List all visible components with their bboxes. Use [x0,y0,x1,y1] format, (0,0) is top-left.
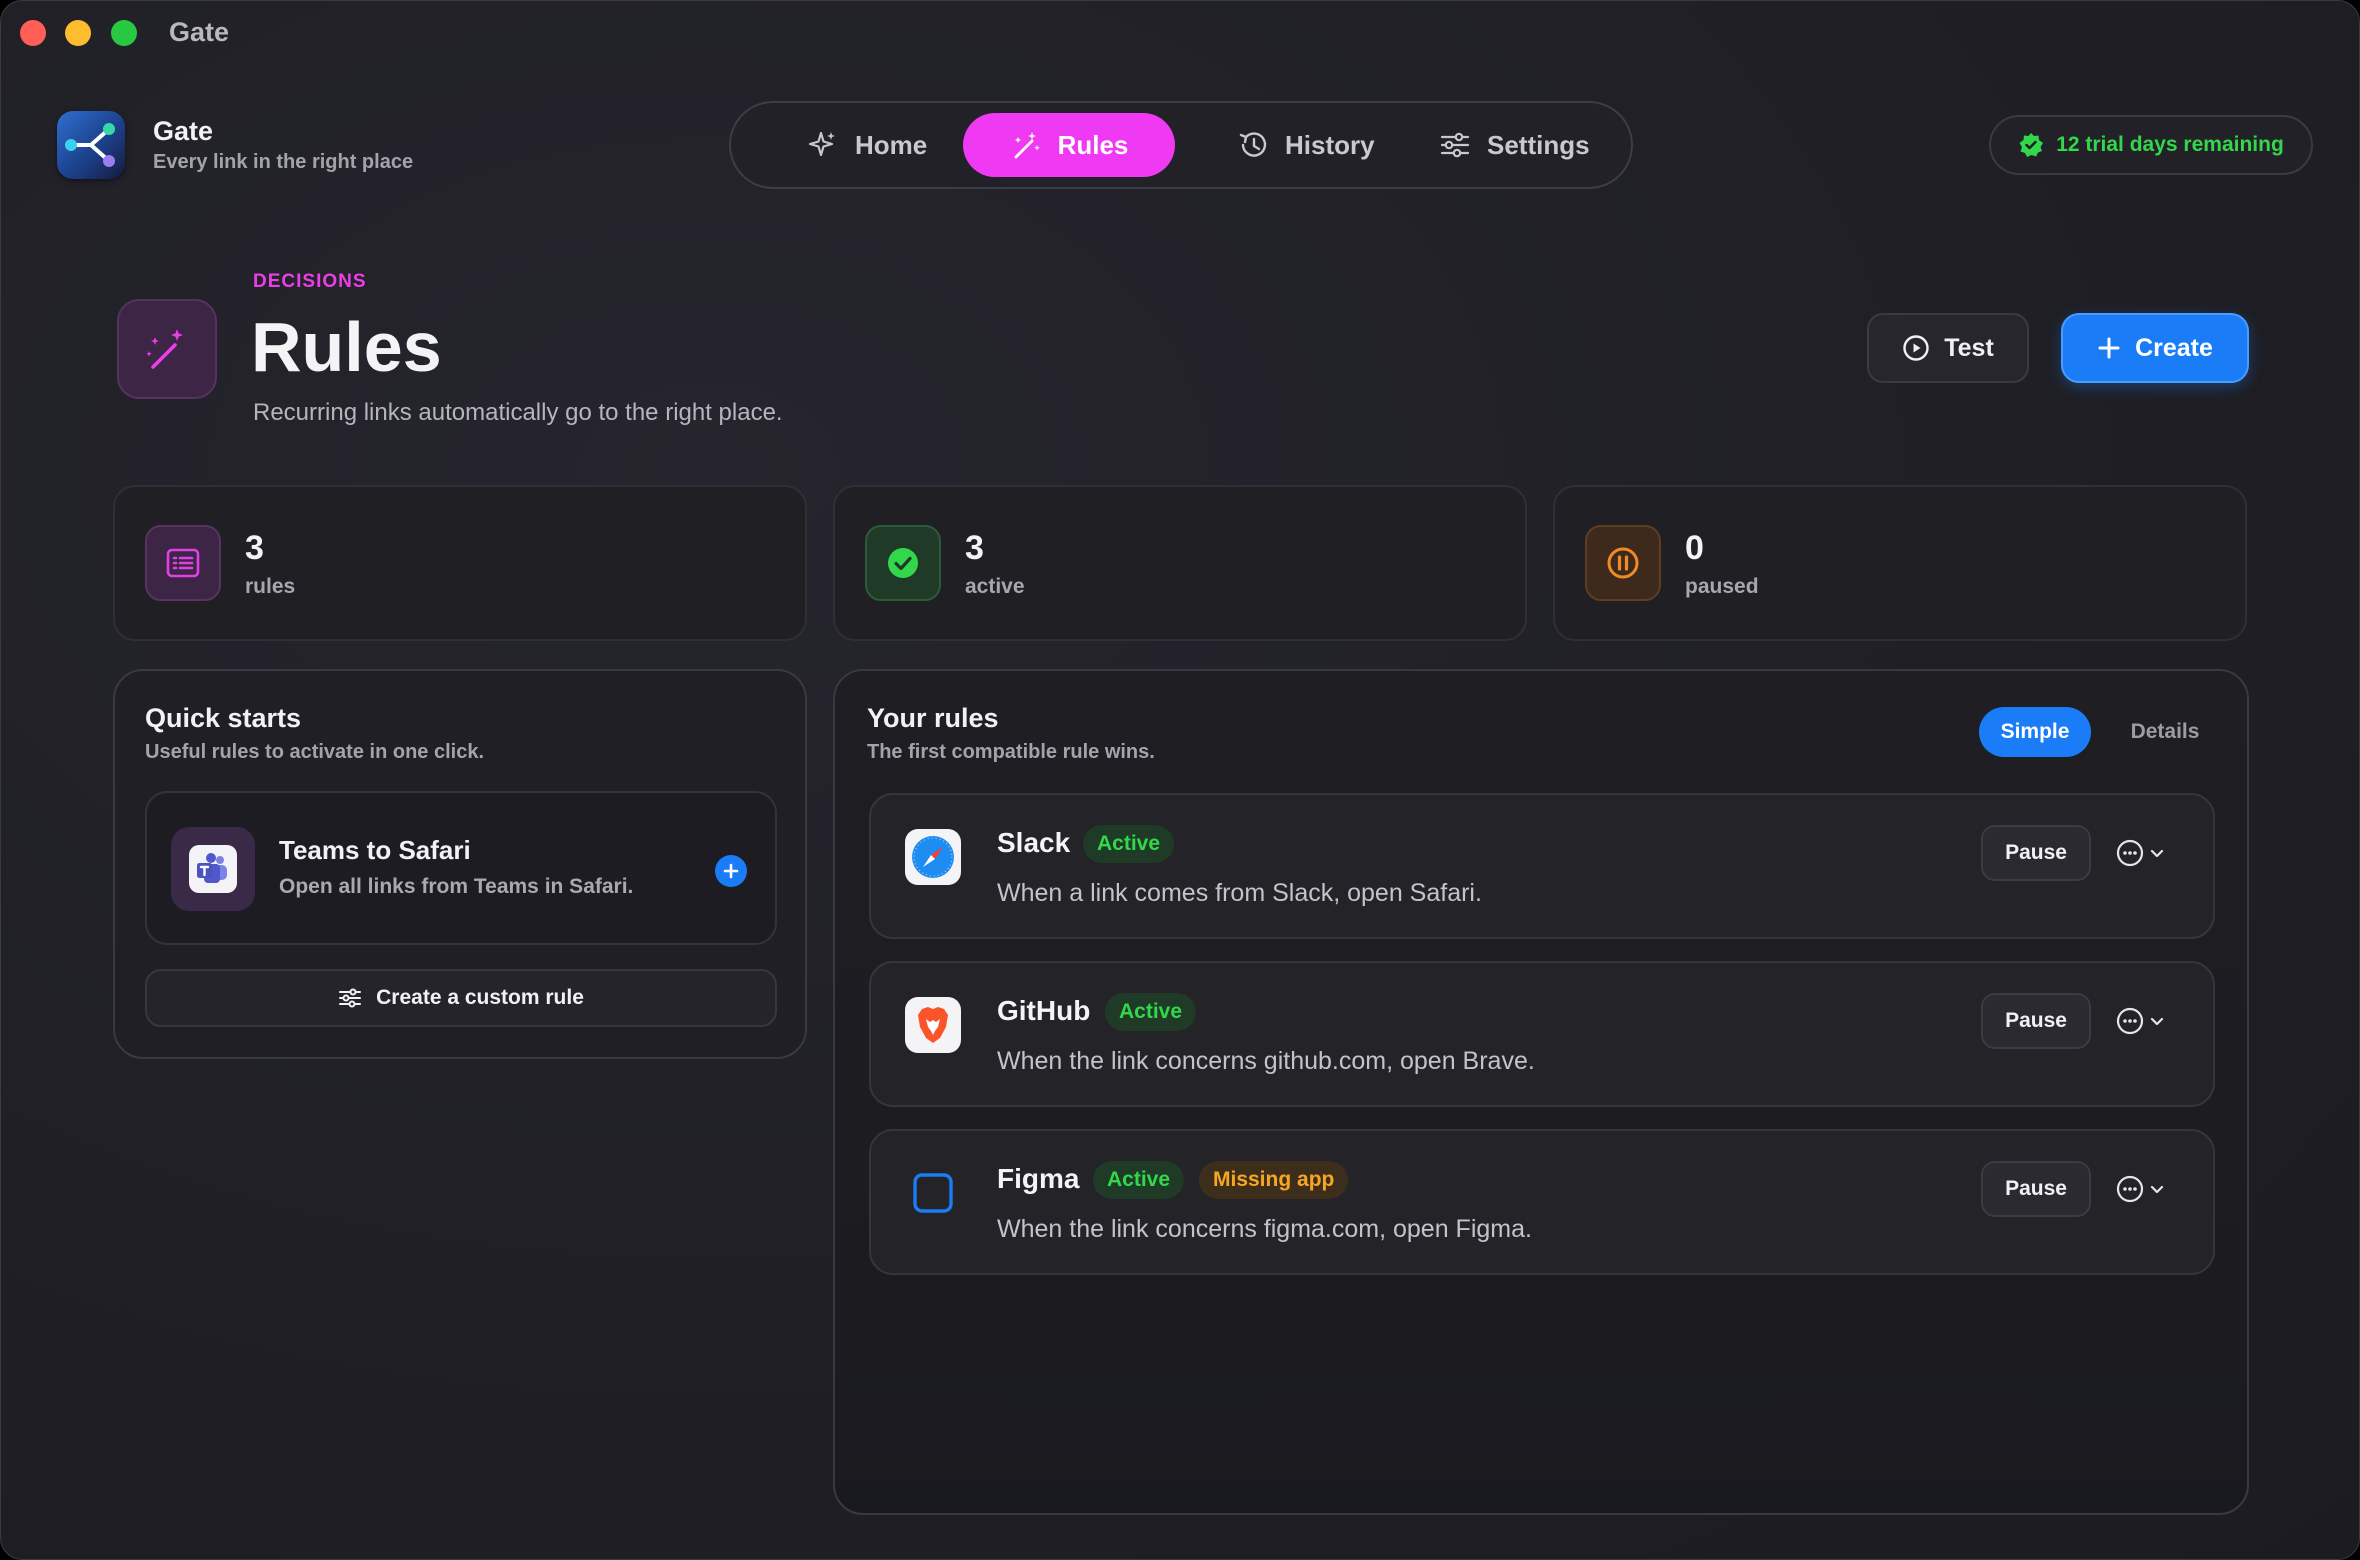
trial-status-badge[interactable]: 12 trial days remaining [1989,115,2313,175]
stat-card-active: 3 active [833,485,1527,641]
rule-description: When the link concerns figma.com, open F… [997,1215,1532,1243]
checkmark-icon [865,525,941,601]
magic-wand-icon [1014,132,1040,159]
your-rules-panel: Your rules The first compatible rule win… [833,669,2249,1515]
stat-value: 3 [965,529,984,567]
sliders-icon [339,988,362,1008]
brave-icon [905,997,961,1053]
sparkle-icon [808,131,835,157]
list-icon [145,525,221,601]
rule-name: Figma [997,1163,1080,1194]
quick-start-item[interactable]: Teams to Safari Open all links from Team… [145,791,777,945]
stat-card-paused: 0 paused [1553,485,2247,641]
nav-rules[interactable]: Rules [963,113,1175,177]
nav-rules-label: Rules [1057,129,1129,160]
nav-home[interactable]: Home [785,113,949,177]
stat-label: active [965,575,1025,598]
create-button-label: Create [2135,333,2213,362]
page-subtitle: Recurring links automatically go to the … [253,399,783,426]
rule-name: Slack [997,827,1071,858]
page-title: Rules [251,308,442,386]
quick-starts-panel: Quick starts Useful rules to activate in… [113,669,807,1059]
rule-card-github[interactable]: GitHub Active When the link concerns git… [869,961,2215,1107]
stat-value: 0 [1685,529,1704,567]
stat-card-rules: 3 rules [113,485,807,641]
create-custom-rule-button[interactable]: Create a custom rule [145,969,777,1027]
view-details-toggle[interactable]: Details [2115,707,2215,757]
add-quick-start-button[interactable] [715,855,747,887]
more-options-menu[interactable] [2115,1169,2171,1209]
stat-label: rules [245,575,296,598]
quick-start-description: Open all links from Teams in Safari. [279,875,634,898]
rule-description: When a link comes from Slack, open Safar… [997,879,1482,907]
sliders-icon [1440,132,1470,158]
test-button[interactable]: Test [1867,313,2029,383]
close-window-button[interactable] [20,20,46,46]
status-badge: Active [1093,1161,1185,1199]
status-badge: Active [1105,993,1197,1031]
missing-app-badge: Missing app [1199,1161,1349,1199]
play-circle-icon [1903,335,1929,361]
create-rule-button[interactable]: Create [2061,313,2249,383]
app-name: Gate [153,116,214,146]
rule-name: GitHub [997,995,1091,1026]
your-rules-subtitle: The first compatible rule wins. [867,741,1155,763]
chevron-down-icon [2150,1017,2164,1026]
app-window: Gate Gate Every link in the right place … [0,0,2360,1560]
more-options-menu[interactable] [2115,833,2171,873]
minimize-window-button[interactable] [65,20,91,46]
window-title: Gate [169,17,230,47]
create-custom-rule-label: Create a custom rule [376,986,584,1009]
quick-start-title: Teams to Safari [279,835,471,865]
nav-settings-label: Settings [1487,129,1590,160]
stat-value: 3 [245,529,264,567]
quick-starts-title: Quick starts [145,703,302,733]
pause-button[interactable]: Pause [1981,825,2091,881]
test-button-label: Test [1944,333,1994,362]
nav-settings[interactable]: Settings [1417,113,1612,177]
main-navigation: Home Rules History Settings [729,101,1633,189]
ellipsis-circle-icon [2116,1007,2144,1035]
ellipsis-circle-icon [2116,839,2144,867]
teams-icon [171,827,255,911]
status-badge: Active [1083,825,1175,863]
safari-icon [905,829,961,885]
rule-card-figma[interactable]: Figma Active Missing app When the link c… [869,1129,2215,1275]
rules-page-icon [117,299,217,399]
trial-label: 12 trial days remaining [2056,133,2284,156]
chevron-down-icon [2150,1185,2164,1194]
chevron-down-icon [2150,849,2164,858]
nav-home-label: Home [855,129,928,160]
pause-button[interactable]: Pause [1981,993,2091,1049]
app-tagline: Every link in the right place [153,151,414,173]
missing-app-icon [913,1173,953,1213]
page-eyebrow: DECISIONS [253,271,367,292]
ellipsis-circle-icon [2116,1175,2144,1203]
pause-icon [1585,525,1661,601]
view-simple-toggle[interactable]: Simple [1979,707,2091,757]
zoom-window-button[interactable] [111,20,137,46]
verified-badge-icon [2019,133,2044,157]
magic-wand-icon [146,329,183,369]
history-icon [1239,132,1267,157]
pause-button[interactable]: Pause [1981,1161,2091,1217]
your-rules-title: Your rules [867,703,999,733]
more-options-menu[interactable] [2115,1001,2171,1041]
stat-label: paused [1685,575,1759,598]
nav-history-label: History [1285,129,1375,160]
plus-icon [723,863,739,879]
app-logo-icon [57,111,125,179]
nav-history[interactable]: History [1215,113,1397,177]
rule-description: When the link concerns github.com, open … [997,1047,1535,1075]
plus-icon [2098,337,2120,359]
rule-card-slack[interactable]: Slack Active When a link comes from Slac… [869,793,2215,939]
quick-starts-subtitle: Useful rules to activate in one click. [145,741,485,763]
